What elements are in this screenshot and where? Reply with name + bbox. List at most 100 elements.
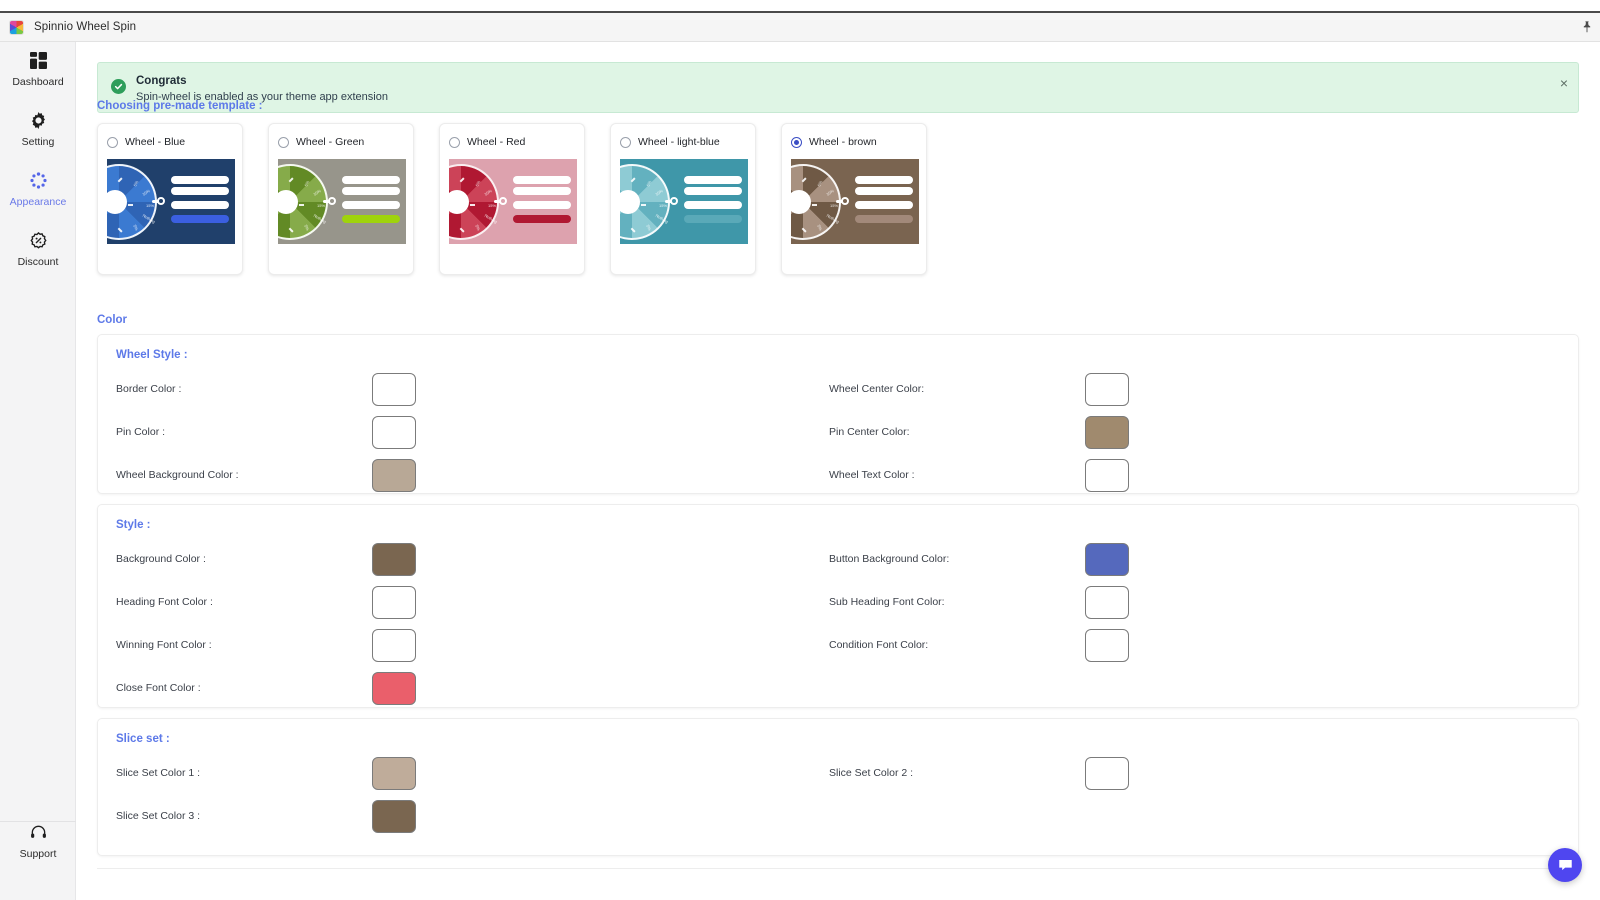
window-titlebar: Spinnio Wheel Spin <box>0 13 1600 42</box>
preview-accent-bar <box>171 215 229 223</box>
color-field: Border Color : <box>116 372 856 408</box>
sidebar-item-setting[interactable]: Setting <box>0 94 76 154</box>
preview-pin-icon <box>323 196 336 207</box>
color-field-label: Wheel Text Color : <box>829 469 915 481</box>
color-swatch[interactable] <box>1085 373 1129 406</box>
color-swatch[interactable] <box>372 416 416 449</box>
color-swatch[interactable] <box>372 586 416 619</box>
preview-wheel-tick <box>641 204 646 206</box>
pin-icon[interactable] <box>1580 20 1594 34</box>
color-swatch[interactable] <box>1085 459 1129 492</box>
color-swatch[interactable] <box>372 800 416 833</box>
rainbow-app-icon <box>9 19 24 35</box>
preview-bar-group <box>171 176 229 223</box>
style-panel: Style : Background Color : Button Backgro… <box>97 504 1579 708</box>
color-swatch[interactable] <box>1085 757 1129 790</box>
color-field-label: Pin Center Color: <box>829 426 910 438</box>
preview-wheel-tick <box>117 227 123 233</box>
preview-pin-icon <box>665 196 678 207</box>
preview-bar <box>855 176 913 184</box>
slice-set-title: Slice set : <box>116 733 170 745</box>
preview-slice-label: Nothing <box>142 212 157 225</box>
headset-icon <box>0 822 76 844</box>
template-card[interactable]: Wheel - Green 5% 10% 15% Nothing 5% <box>268 123 414 275</box>
preview-bar-group <box>684 176 742 223</box>
color-swatch[interactable] <box>372 672 416 705</box>
template-preview: 5% 10% 15% Nothing 5% <box>107 159 235 244</box>
template-card[interactable]: Wheel - brown 5% 10% 15% Nothing 5% <box>781 123 927 275</box>
preview-bar <box>171 176 229 184</box>
preview-bar <box>342 176 400 184</box>
color-field: Slice Set Color 3 : <box>116 799 856 835</box>
color-field: Wheel Background Color : <box>116 458 856 494</box>
preview-slice-label: Nothing <box>826 212 841 225</box>
template-card[interactable]: Wheel - Red 5% 10% 15% Nothing 5% <box>439 123 585 275</box>
template-name: Wheel - light-blue <box>638 136 720 148</box>
preview-pin-icon <box>152 196 165 207</box>
preview-pin-icon <box>836 196 849 207</box>
close-icon[interactable]: × <box>1560 76 1568 90</box>
color-swatch[interactable] <box>1085 543 1129 576</box>
color-field: Button Background Color: <box>829 542 1569 578</box>
color-field-label: Heading Font Color : <box>116 596 213 608</box>
sidebar-item-label: Appearance <box>9 196 67 208</box>
color-swatch[interactable] <box>372 373 416 406</box>
sidebar-item-support[interactable]: Support <box>0 814 76 866</box>
color-swatch[interactable] <box>372 757 416 790</box>
template-radio[interactable] <box>278 136 289 148</box>
sidebar-item-label: Setting <box>21 136 55 148</box>
color-field: Wheel Center Color: <box>829 372 1569 408</box>
preview-bar <box>171 187 229 195</box>
templates-heading: Choosing pre-made template : <box>97 100 263 112</box>
preview-slice-label: 5% <box>645 179 653 188</box>
preview-slice-label: 10% <box>141 188 152 197</box>
template-card[interactable]: Wheel - light-blue 5% 10% 15% Nothing 5% <box>610 123 756 275</box>
color-field-label: Wheel Center Color: <box>829 383 925 395</box>
color-swatch[interactable] <box>1085 629 1129 662</box>
color-field: Slice Set Color 1 : <box>116 756 856 792</box>
template-name: Wheel - Red <box>467 136 526 148</box>
color-field-label: Close Font Color : <box>116 682 201 694</box>
template-radio[interactable] <box>107 136 118 148</box>
window-top-edge <box>0 0 1600 13</box>
preview-slice-label: 5% <box>474 179 482 188</box>
sidebar-item-discount[interactable]: Discount <box>0 214 76 274</box>
color-swatch[interactable] <box>372 629 416 662</box>
preview-wheel-tick <box>288 227 294 233</box>
preview-wheel-tick <box>470 204 475 206</box>
color-field-label: Winning Font Color : <box>116 639 212 651</box>
template-card[interactable]: Wheel - Blue 5% 10% 15% Nothing 5% <box>97 123 243 275</box>
color-field-label: Pin Color : <box>116 426 166 438</box>
preview-bar-group <box>513 176 571 223</box>
color-field: Heading Font Color : <box>116 585 856 621</box>
preview-slice-label: 5% <box>816 223 824 232</box>
sidebar-item-dashboard[interactable]: Dashboard <box>0 42 76 94</box>
template-radio[interactable] <box>449 136 460 148</box>
template-radio[interactable] <box>620 136 631 148</box>
color-field-label: Background Color : <box>116 553 206 565</box>
banner-title: Congrats <box>136 75 187 87</box>
preview-bar <box>513 201 571 209</box>
preview-bar <box>171 201 229 209</box>
template-name: Wheel - Blue <box>125 136 186 148</box>
preview-accent-bar <box>855 215 913 223</box>
color-field: Winning Font Color : <box>116 628 856 664</box>
color-swatch[interactable] <box>1085 586 1129 619</box>
preview-bar <box>342 201 400 209</box>
sidebar-item-appearance[interactable]: Appearance <box>0 154 76 214</box>
preview-bar <box>684 187 742 195</box>
preview-wheel-tick <box>801 177 807 183</box>
sidebar: Dashboard Setting Appearance Discount Su… <box>0 42 76 900</box>
color-swatch[interactable] <box>372 459 416 492</box>
preview-slice-label: 5% <box>132 223 140 232</box>
preview-slice-label: 10% <box>654 188 665 197</box>
preview-slice-label: 10% <box>483 188 494 197</box>
template-radio[interactable] <box>791 136 802 148</box>
chat-bubble-icon[interactable] <box>1548 848 1582 882</box>
preview-slice-label: 5% <box>132 179 140 188</box>
template-name: Wheel - brown <box>809 136 877 148</box>
color-swatch[interactable] <box>372 543 416 576</box>
preview-slice-label: Nothing <box>655 212 670 225</box>
template-preview: 5% 10% 15% Nothing 5% <box>791 159 919 244</box>
color-swatch[interactable] <box>1085 416 1129 449</box>
